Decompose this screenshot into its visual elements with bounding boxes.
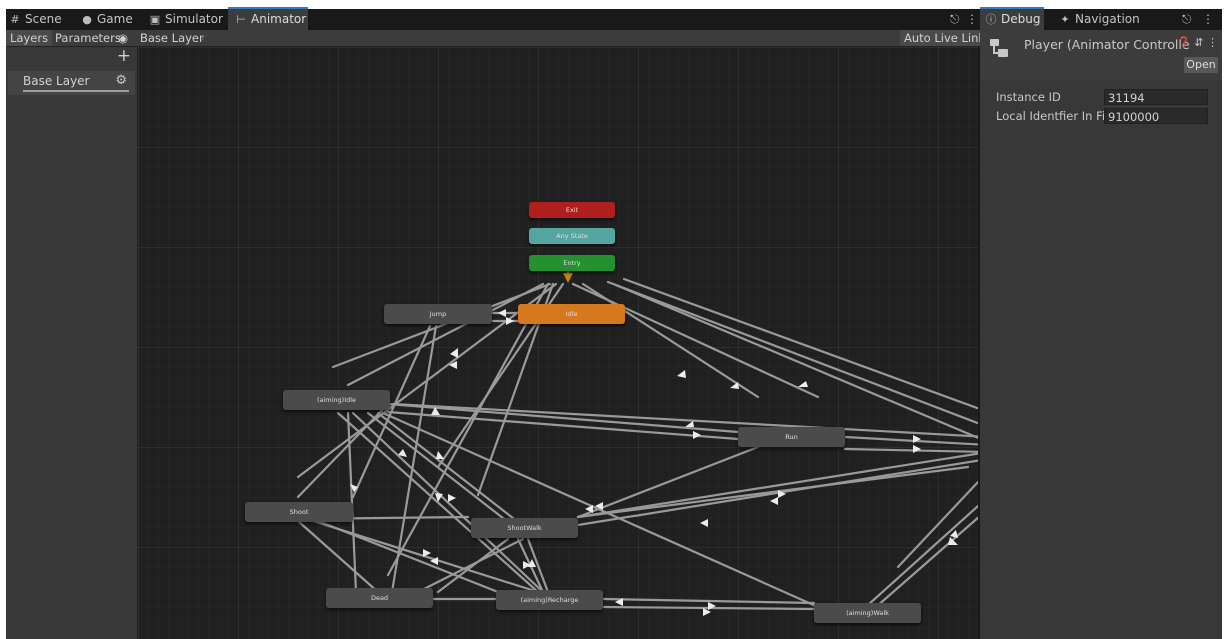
eye-icon[interactable]: ◉ <box>118 30 128 46</box>
lock-icon[interactable]: ⎋ <box>1182 9 1192 30</box>
local-identifier-field[interactable]: 9100000 <box>1104 108 1208 124</box>
transition-line <box>576 465 970 519</box>
tab-debug[interactable]: ⓘ Debug <box>980 7 1044 30</box>
help-icon[interactable]: ❓ <box>1177 36 1191 49</box>
transition-line <box>606 280 978 425</box>
transition-line <box>351 411 545 594</box>
state-entry[interactable]: Entry <box>529 255 615 271</box>
state-shoot[interactable]: Shoot <box>245 502 353 522</box>
layer-item-base-layer[interactable]: Base Layer ⚙ <box>8 71 135 95</box>
tab-navigation[interactable]: ✦ Navigation <box>1058 9 1148 30</box>
transition-line <box>386 410 740 441</box>
transition-line <box>436 537 510 594</box>
transition-line <box>581 282 760 399</box>
animator-toolbar: Layers Parameters ◉ Base Layer › Auto Li… <box>6 30 990 47</box>
transition-edges <box>296 262 978 616</box>
header-icons: ❓ ⇵ ⋮ <box>1177 36 1218 49</box>
layer-name: Base Layer <box>23 74 90 88</box>
state-exit[interactable]: Exit <box>529 202 615 218</box>
transition-line <box>576 452 978 519</box>
auto-live-link-button[interactable]: Auto Live Link <box>900 30 990 46</box>
state-aiming-recharge[interactable]: (aiming)Recharge <box>496 590 603 610</box>
kebab-menu-icon[interactable]: ⋮ <box>1202 9 1214 30</box>
tab-animator[interactable]: ⊢ Animator <box>228 7 308 30</box>
parameters-tab[interactable]: Parameters <box>55 30 121 46</box>
gear-icon[interactable]: ⚙ <box>115 73 127 88</box>
transition-line <box>391 402 978 438</box>
animator-controller-icon <box>990 39 1008 57</box>
transition-line <box>843 435 978 446</box>
open-button[interactable]: Open <box>1184 57 1218 73</box>
instance-id-label: Instance ID <box>996 90 1061 104</box>
layers-tab[interactable]: Layers <box>6 30 53 46</box>
transition-line <box>346 282 545 387</box>
add-layer-icon[interactable]: + <box>117 47 131 65</box>
lock-icon[interactable]: ⎋ <box>950 9 960 30</box>
transition-line <box>843 447 978 453</box>
preset-icon[interactable]: ⇵ <box>1194 36 1203 49</box>
state-any-state[interactable]: Any State <box>529 228 615 244</box>
transition-line <box>386 402 740 434</box>
left-tab-bar: # Scene ● Game ▣ Simulator ⊢ Animator ⎋ ⋮ <box>6 7 978 30</box>
transition-line <box>874 516 978 609</box>
kebab-menu-icon[interactable]: ⋮ <box>966 9 978 30</box>
local-identifier-label: Local Identfier In File <box>996 109 1116 123</box>
instance-id-field[interactable]: 31194 <box>1104 89 1208 105</box>
grid-icon: # <box>10 13 20 26</box>
layer-weight-bar <box>23 90 129 92</box>
transition-line <box>336 411 540 594</box>
animator-icon: ⊢ <box>236 13 246 26</box>
inspector-title: Player (Animator Controlle <box>1024 37 1190 52</box>
animator-window: Layers Parameters ◉ Base Layer › Auto Li… <box>6 30 990 639</box>
gamepad-icon: ● <box>82 13 92 26</box>
layers-panel: + Base Layer ⚙ <box>6 47 138 639</box>
tab-simulator[interactable]: ▣ Simulator <box>148 9 224 30</box>
state-run[interactable]: Run <box>738 427 845 447</box>
state-dead[interactable]: Dead <box>326 588 433 608</box>
transition-line <box>866 504 978 607</box>
device-icon: ▣ <box>149 13 161 26</box>
right-tab-bar: ⓘ Debug ✦ Navigation ⎋ ⋮ <box>980 7 1222 30</box>
tab-scene[interactable]: # Scene <box>8 9 66 30</box>
state-shoot-walk[interactable]: ShootWalk <box>471 518 578 538</box>
transition-line <box>602 597 816 605</box>
tab-game[interactable]: ● Game <box>80 9 140 30</box>
debug-inspector: Player (Animator Controlle ❓ ⇵ ⋮ Open In… <box>980 30 1222 639</box>
inspector-header: Player (Animator Controlle ❓ ⇵ ⋮ Open <box>980 30 1222 80</box>
kebab-menu-icon[interactable]: ⋮ <box>1207 36 1218 49</box>
state-aiming-idle[interactable]: (aiming)Idle <box>283 390 390 410</box>
state-aiming-walk[interactable]: (aiming)Walk <box>814 603 921 623</box>
transition-line <box>896 480 978 569</box>
state-idle[interactable]: Idle <box>518 304 625 324</box>
navigation-icon: ✦ <box>1060 13 1070 26</box>
info-icon: ⓘ <box>985 13 997 26</box>
state-jump[interactable]: Jump <box>384 304 492 324</box>
editor-window: # Scene ● Game ▣ Simulator ⊢ Animator ⎋ ⋮ ⓘ D… <box>6 7 1222 639</box>
state-machine-graph[interactable]: Exit Any State Entry Idle Jump (aiming)I… <box>138 47 978 639</box>
transition-line <box>296 519 380 594</box>
breadcrumb-chevron-icon: › <box>200 31 205 45</box>
